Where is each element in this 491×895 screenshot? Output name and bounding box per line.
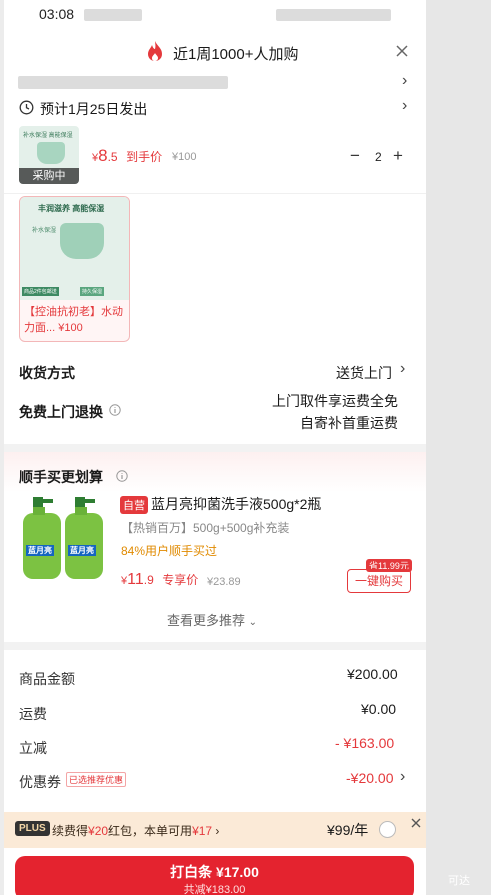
recommend-orig-price: ¥23.89	[207, 576, 241, 588]
summary-label-discount: 立减	[19, 740, 47, 756]
thumb-badge: 采购中	[19, 168, 79, 184]
status-icons-blurred	[276, 9, 391, 21]
plus-checkbox[interactable]	[379, 821, 396, 838]
recommend-item-name[interactable]: 蓝月亮抑菌洗手液500g*2瓶	[151, 494, 321, 514]
plus-text2: 红包，本单可用	[108, 824, 193, 838]
status-time: 03:08	[39, 6, 75, 22]
status-blurred	[84, 9, 142, 21]
summary-value-discount: - ¥163.00	[335, 735, 395, 751]
cream-jar-icon	[37, 142, 65, 164]
plus-text1: 续费得	[52, 824, 89, 838]
address-chevron-icon: ›	[402, 72, 408, 89]
close-icon[interactable]	[395, 44, 409, 58]
recommend-item-sub: 【热销百万】500g+500g补充装	[121, 521, 290, 535]
delivery-chevron-icon[interactable]: ›	[402, 97, 407, 115]
pay-button[interactable]: 打白条 ¥17.00 共减¥183.00	[15, 856, 414, 895]
plus-amount2: ¥17	[192, 824, 213, 838]
returns-label: 免费上门退换	[19, 404, 103, 420]
summary-value-coupon[interactable]: -¥20.00	[346, 770, 393, 786]
original-price: ¥100	[172, 151, 197, 163]
one-click-buy-button[interactable]: 一键购买	[347, 569, 411, 593]
variant-image: 丰润滋养 高能保湿 补水保湿 商品2件包邮送 持久保湿	[20, 197, 129, 300]
purchase-sheet: 03:08 近1周1000+人加购 › 预计1月25日发出 › 补水保湿 高能保…	[4, 0, 426, 895]
product-thumbnail[interactable]: 补水保湿 高能保湿 采购中	[19, 126, 79, 184]
price-tag: 到手价	[126, 150, 163, 164]
chevron-down-icon: ⌄	[248, 617, 258, 628]
section-divider	[4, 444, 426, 452]
price-int: 8	[98, 146, 108, 165]
info-icon[interactable]	[116, 469, 128, 482]
receive-label: 收货方式	[19, 365, 75, 381]
plus-badge: PLUS	[15, 821, 50, 836]
variant-img-badge: 商品2件包邮送	[22, 287, 59, 296]
summary-label-goods: 商品金额	[19, 671, 75, 687]
clock-icon	[19, 100, 34, 115]
price-tag: 专享价	[162, 573, 199, 587]
header-title: 近1周1000+人加购	[173, 46, 299, 63]
recommend-title: 顺手买更划算	[19, 469, 103, 485]
pay-button-label: 打白条 ¥17.00	[170, 864, 259, 880]
close-icon[interactable]	[410, 816, 422, 828]
variant-img-title: 丰润滋养 高能保湿	[38, 204, 105, 213]
recommend-item-price: ¥11.9 专享价	[121, 571, 198, 589]
variant-img-badge2: 持久保湿	[80, 287, 105, 296]
returns-line2: 自寄补首重运费	[300, 415, 398, 431]
price-dec: .5	[107, 150, 118, 164]
plus-price: ¥99/年	[327, 822, 369, 838]
price-dec: .9	[143, 573, 154, 587]
coupon-tag: 已选推荐优惠	[66, 772, 127, 787]
bottle-label: 蓝月亮	[68, 545, 96, 556]
bottle-label: 蓝月亮	[26, 545, 54, 556]
thumb-caption: 补水保湿 高能保湿	[23, 133, 73, 139]
more-recommend-link[interactable]: 查看更多推荐 ⌄	[167, 610, 257, 629]
section-divider	[4, 642, 426, 650]
receive-chevron-icon[interactable]: ›	[400, 360, 405, 378]
recommend-item-stat: 84%用户顺手买过	[121, 544, 218, 558]
summary-label-shipping: 运费	[19, 706, 47, 722]
qty-value[interactable]: 2	[375, 150, 382, 164]
delivery-estimate: 预计1月25日发出	[40, 101, 148, 117]
recommend-item-image[interactable]: 蓝月亮 蓝月亮	[19, 495, 109, 583]
watermark: 可达	[448, 875, 470, 887]
pay-button-sub: 共减¥183.00	[183, 884, 246, 895]
more-recommend-label: 查看更多推荐	[167, 613, 246, 628]
variant-img-note: 补水保湿	[32, 228, 57, 234]
info-icon[interactable]	[109, 403, 121, 416]
variant-price: ¥100	[58, 322, 83, 334]
returns-line1: 上门取件享运费全免	[272, 393, 398, 409]
qty-plus-button[interactable]: +	[393, 146, 403, 166]
price-int: 11	[127, 571, 144, 588]
hand-wash-bottles-icon	[23, 497, 103, 579]
product-price: ¥8.5 到手价	[92, 146, 162, 166]
receive-value[interactable]: 送货上门	[336, 363, 392, 383]
divider	[4, 193, 426, 194]
variant-card[interactable]: 丰润滋养 高能保湿 补水保湿 商品2件包邮送 持久保湿 【控油抗初老】水动力面.…	[19, 196, 130, 342]
cream-jar-icon	[60, 223, 104, 259]
summary-value-shipping: ¥0.00	[361, 701, 397, 717]
background-overlay	[426, 0, 491, 895]
address-blurred[interactable]	[18, 76, 228, 89]
summary-value-goods: ¥200.00	[347, 666, 398, 682]
plus-chevron-icon: ›	[212, 824, 220, 838]
plus-amount1: ¥20	[88, 824, 109, 838]
summary-label-coupon: 优惠券	[19, 774, 61, 790]
self-operated-badge: 自营	[120, 496, 148, 514]
plus-text: 续费得¥20红包，本单可用¥17 ›	[52, 822, 219, 839]
qty-minus-button[interactable]: −	[350, 146, 360, 166]
coupon-chevron-icon[interactable]: ›	[400, 768, 405, 786]
fire-icon	[146, 40, 164, 62]
variant-caption: 【控油抗初老】水动力面... ¥100	[24, 304, 126, 336]
